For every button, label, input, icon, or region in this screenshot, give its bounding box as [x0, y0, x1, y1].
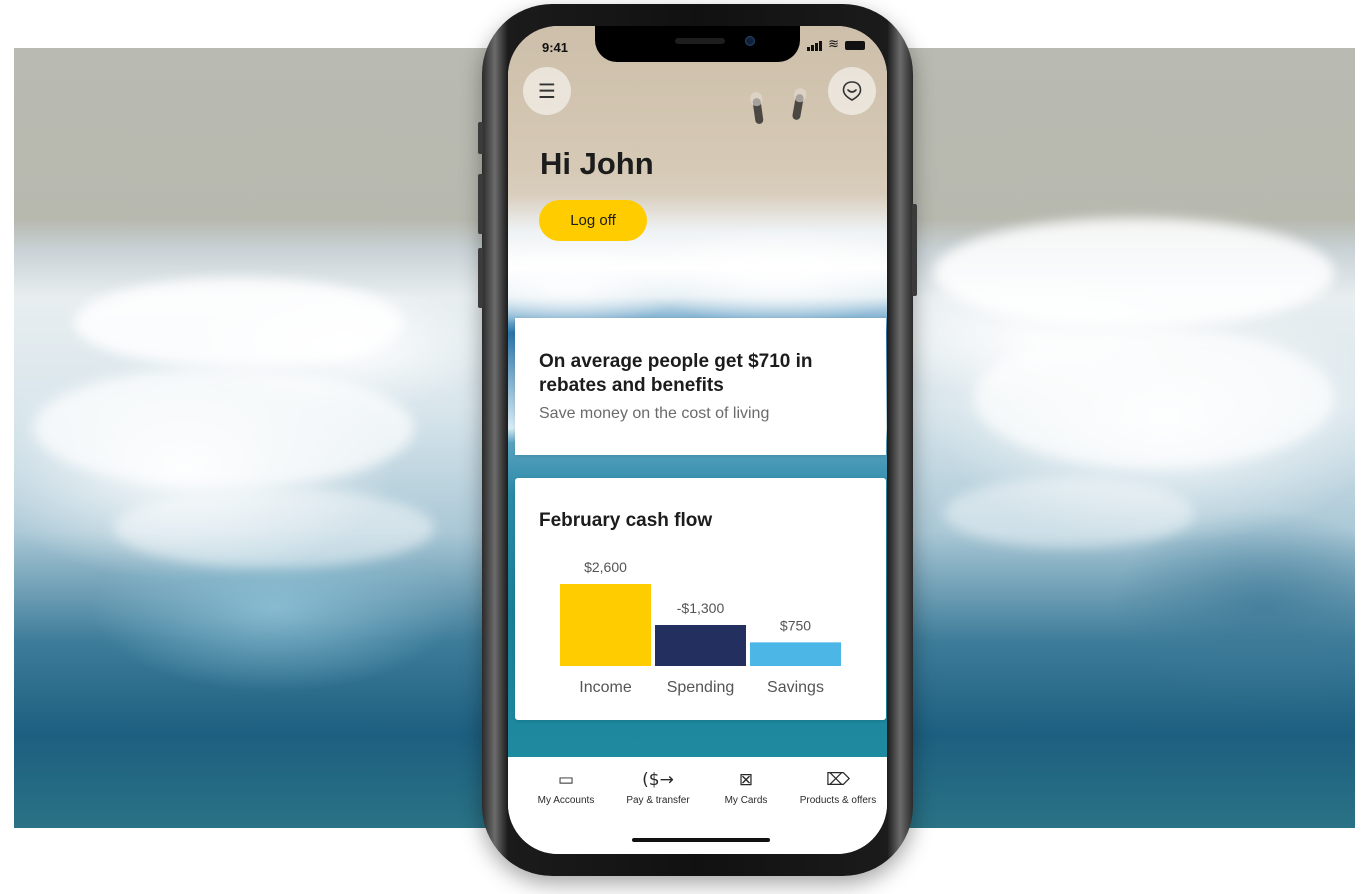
cash-flow-chart: $2,600 Income -$1,300 Spending $750 Savings: [560, 559, 841, 696]
rebates-promo-card[interactable]: On average people get $710 in rebates an…: [515, 318, 886, 455]
chat-bubble-icon: [842, 81, 862, 101]
battery-icon: [845, 41, 865, 50]
card-icon: ⊠: [738, 770, 754, 790]
wifi-icon: ≋: [828, 37, 839, 52]
mute-switch: [478, 122, 483, 154]
bar-savings: [750, 642, 841, 666]
swimmer-figure: [791, 93, 805, 121]
home-indicator: [632, 838, 770, 842]
status-time: 9:41: [542, 40, 569, 55]
promo-subtitle: Save money on the cost of living: [539, 405, 770, 422]
phone-frame: 9:41 ≋ ☰ Hi John Log off On average peop…: [478, 4, 917, 876]
tab-my-accounts[interactable]: ▭ My Accounts: [530, 757, 602, 817]
tab-my-cards[interactable]: ⊠ My Cards: [716, 757, 776, 817]
swimmer-figure: [752, 97, 764, 125]
hamburger-menu-icon: ☰: [538, 79, 556, 103]
dollar-transfer-icon: ($→: [642, 770, 674, 790]
bar-income: [560, 584, 651, 666]
status-icons: ≋: [807, 37, 865, 52]
tab-products-offers[interactable]: ⌦ Products & offers: [793, 757, 883, 817]
tag-icon: ⌦: [825, 770, 851, 790]
greeting-heading: Hi John: [540, 146, 654, 181]
volume-up-button: [478, 174, 483, 234]
bar-spending: [655, 625, 746, 666]
tab-label: My Cards: [724, 795, 768, 806]
power-button: [912, 204, 917, 296]
bar-value-label: -$1,300: [677, 600, 725, 616]
tab-pay-transfer[interactable]: ($→ Pay & transfer: [618, 757, 698, 817]
category-label: Income: [579, 679, 632, 696]
wallet-icon: ▭: [557, 770, 575, 790]
menu-button[interactable]: ☰: [523, 67, 571, 115]
tab-label: My Accounts: [537, 795, 595, 806]
category-label: Spending: [667, 679, 735, 696]
signal-icon: [807, 41, 823, 51]
front-camera: [745, 36, 755, 46]
assistant-button[interactable]: [828, 67, 876, 115]
cash-flow-card[interactable]: February cash flow $2,600 Income -$1,300 Sp…: [515, 478, 886, 720]
tab-label: Products & offers: [799, 795, 877, 806]
promo-title: On average people get $710 in rebates an…: [539, 351, 813, 396]
log-off-button[interactable]: Log off: [539, 200, 647, 241]
category-label: Savings: [767, 679, 824, 696]
phone-screen: 9:41 ≋ ☰ Hi John Log off On average peop…: [508, 26, 887, 854]
bar-value-label: $750: [780, 617, 811, 633]
speaker-grille: [675, 38, 725, 44]
notch: [595, 26, 800, 62]
volume-down-button: [478, 248, 483, 308]
bar-value-label: $2,600: [584, 559, 627, 575]
tab-label: Pay & transfer: [626, 795, 690, 806]
